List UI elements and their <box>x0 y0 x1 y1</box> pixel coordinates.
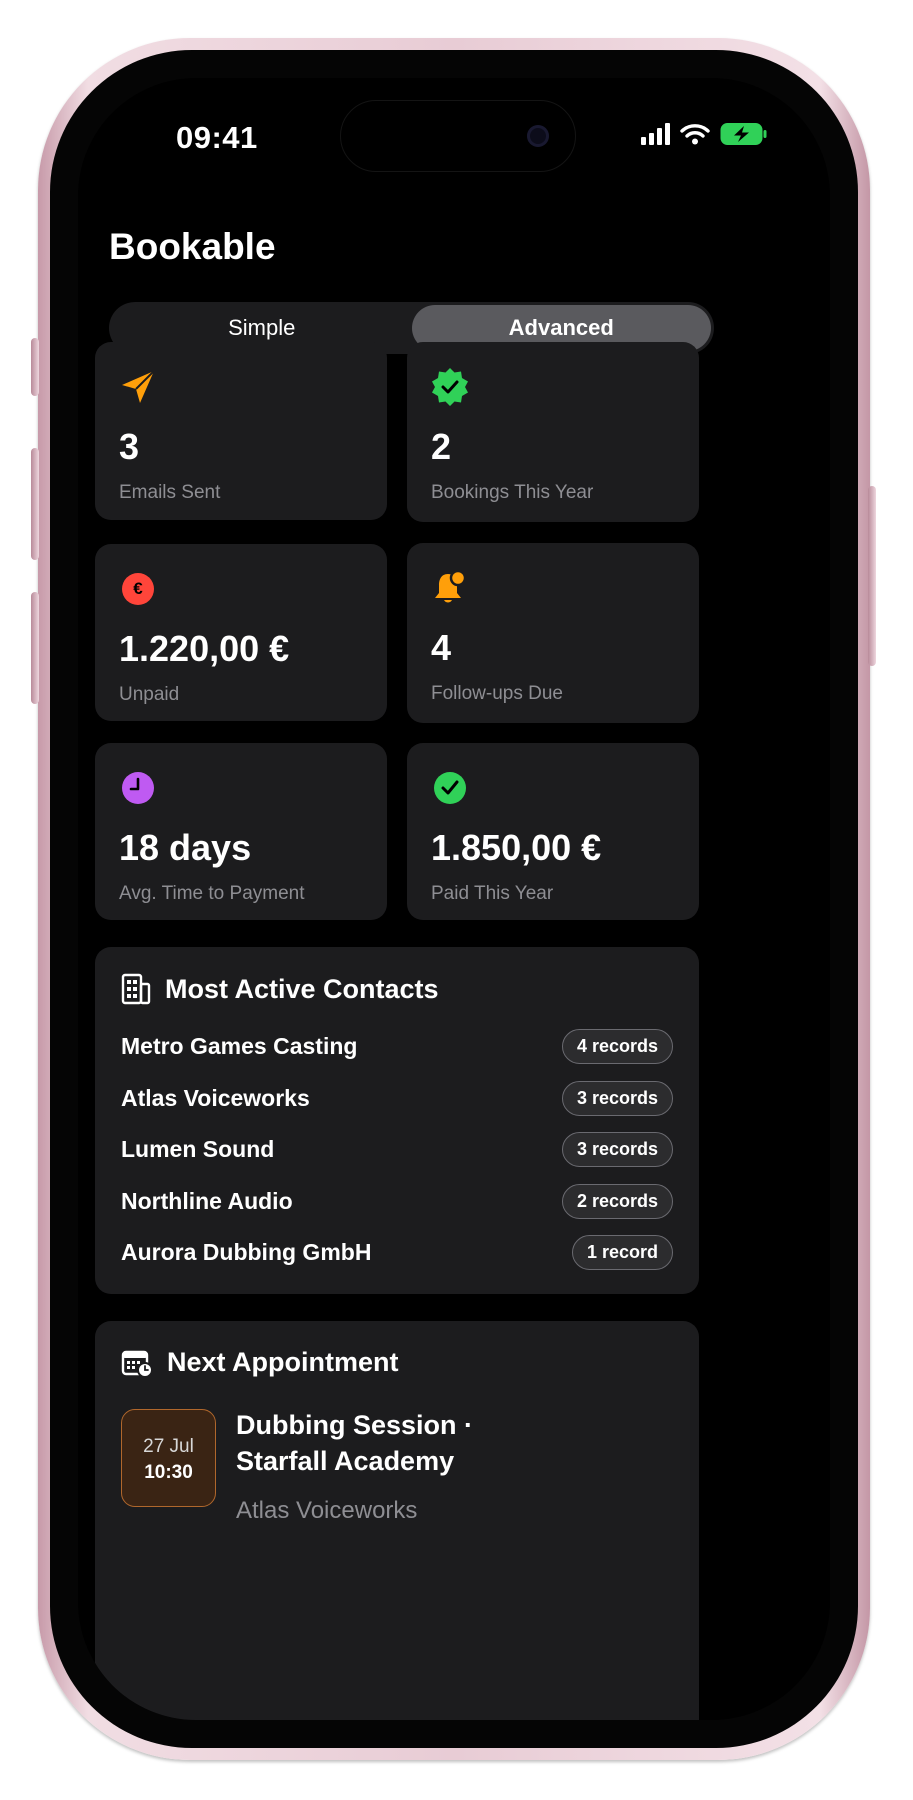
stat-card-unpaid[interactable]: € 1.220,00 € Unpaid <box>95 544 387 721</box>
contact-name: Metro Games Casting <box>121 1032 358 1059</box>
next-appointment-card[interactable]: Next Appointment 27 Jul 10:30 Dubbing Se… <box>95 1321 699 1720</box>
contact-name: Aurora Dubbing GmbH <box>121 1238 372 1265</box>
stat-card-emails-sent[interactable]: 3 Emails Sent <box>95 342 387 520</box>
record-count-badge: 3 records <box>561 1131 673 1167</box>
contact-row[interactable]: Northline Audio 2 records <box>121 1181 673 1221</box>
volume-down-button <box>31 592 39 704</box>
stat-value: 2 <box>431 426 452 467</box>
stat-label: Unpaid <box>119 684 180 705</box>
section-title: Next Appointment <box>167 1347 399 1377</box>
euro-icon: € <box>119 570 157 608</box>
battery-charging-icon <box>720 123 767 145</box>
contact-name: Lumen Sound <box>121 1135 275 1162</box>
contact-row[interactable]: Atlas Voiceworks 3 records <box>121 1078 673 1118</box>
status-bar: 09:41 <box>78 78 830 178</box>
stat-value: 4 <box>431 627 452 668</box>
action-button <box>31 338 39 396</box>
screen: 09:41 Bookable Simple Advanced 3 Emails … <box>78 78 830 1720</box>
stat-label: Avg. Time to Payment <box>119 883 305 904</box>
stat-label: Follow-ups Due <box>431 683 563 704</box>
record-count-badge: 4 records <box>561 1028 673 1064</box>
stat-card-paid[interactable]: 1.850,00 € Paid This Year <box>407 743 699 920</box>
appointment-date: 27 Jul <box>143 1436 194 1457</box>
record-count-badge: 1 record <box>571 1234 673 1270</box>
stat-value: 1.220,00 € <box>119 628 290 669</box>
contact-name: Atlas Voiceworks <box>121 1084 310 1111</box>
section-header: Next Appointment <box>121 1347 399 1378</box>
contact-row[interactable]: Lumen Sound 3 records <box>121 1129 673 1169</box>
stat-card-follow-ups[interactable]: 4 Follow-ups Due <box>407 543 699 723</box>
record-count-badge: 3 records <box>561 1080 673 1116</box>
section-header: Most Active Contacts <box>121 973 439 1005</box>
verified-badge-icon <box>432 368 468 406</box>
appointment-contact: Atlas Voiceworks <box>236 1497 418 1524</box>
stat-label: Emails Sent <box>119 482 221 503</box>
stat-value: 1.850,00 € <box>431 827 602 868</box>
stat-value: 3 <box>119 426 140 467</box>
status-time: 09:41 <box>176 120 258 155</box>
bell-badge-icon <box>435 569 467 603</box>
app-title: Bookable <box>109 226 276 267</box>
wifi-icon <box>680 124 710 145</box>
contact-row[interactable]: Aurora Dubbing GmbH 1 record <box>121 1232 673 1272</box>
stat-label: Bookings This Year <box>431 482 594 503</box>
paper-plane-icon <box>122 370 155 403</box>
section-title: Most Active Contacts <box>165 973 439 1004</box>
appointment-title: Dubbing Session · Starfall Academy <box>236 1410 474 1476</box>
clock-icon <box>122 772 154 804</box>
stat-value: 18 days <box>119 827 252 868</box>
stat-card-avg-time[interactable]: 18 days Avg. Time to Payment <box>95 743 387 920</box>
most-active-contacts-card: Most Active Contacts Metro Games Casting… <box>95 947 699 1294</box>
calendar-clock-icon <box>121 1350 153 1378</box>
appointment-date-box: 27 Jul 10:30 <box>121 1409 216 1507</box>
camera-icon <box>527 125 549 147</box>
power-button <box>868 486 876 666</box>
appointment-time: 10:30 <box>144 1462 193 1483</box>
checkmark-circle-icon <box>434 772 466 804</box>
cellular-signal-icon <box>641 123 670 145</box>
stat-card-bookings[interactable]: 2 Bookings This Year <box>407 342 699 522</box>
contact-row[interactable]: Metro Games Casting 4 records <box>121 1026 673 1066</box>
stat-label: Paid This Year <box>431 883 554 904</box>
status-icons <box>641 122 768 146</box>
dynamic-island <box>340 100 576 172</box>
volume-up-button <box>31 448 39 560</box>
contact-name: Northline Audio <box>121 1187 293 1214</box>
record-count-badge: 2 records <box>561 1183 673 1219</box>
building-icon <box>121 973 151 1005</box>
